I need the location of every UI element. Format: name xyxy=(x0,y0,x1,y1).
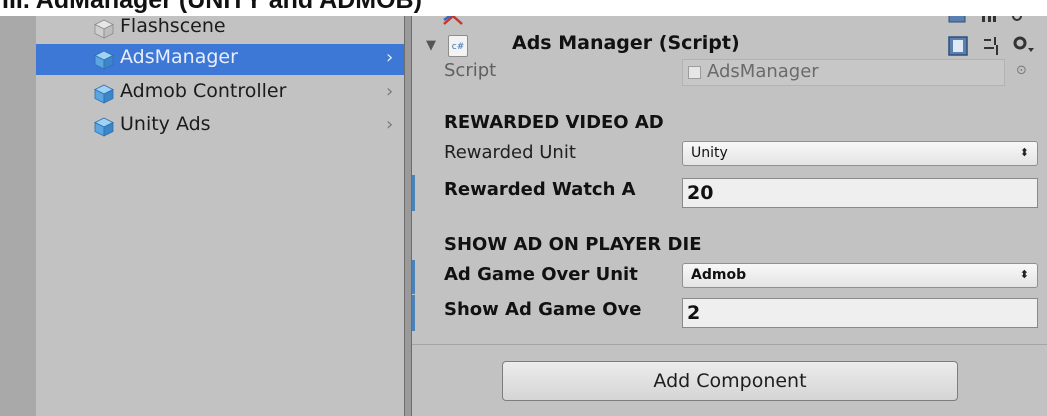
hierarchy-gutter xyxy=(0,16,36,416)
component-title: Ads Manager (Script) xyxy=(512,32,740,54)
hierarchy-item-adsmanager[interactable]: AdsManager › xyxy=(36,44,404,75)
rewarded-unit-dropdown[interactable]: Unity ⬍ xyxy=(682,141,1038,166)
override-marker xyxy=(412,175,415,211)
gear-icon[interactable] xyxy=(1010,34,1036,56)
ad-game-over-unit-row: Ad Game Over Unit Admob ⬍ xyxy=(412,260,1047,294)
hierarchy-item-label: Flashscene xyxy=(120,15,226,37)
rewarded-watch-label: Rewarded Watch A xyxy=(444,179,636,200)
inspector-panel: ▼ c# Ads Manager (Script) Script AdsMana… xyxy=(412,13,1047,416)
ad-game-over-unit-value: Admob xyxy=(691,267,747,283)
hierarchy-item-admob-controller[interactable]: Admob Controller › xyxy=(36,78,404,109)
gameobject-cube-icon xyxy=(94,117,114,137)
script-field-label: Script xyxy=(444,60,497,81)
hierarchy-item-unity-ads[interactable]: Unity Ads › xyxy=(36,111,404,142)
help-book-icon[interactable] xyxy=(948,36,968,56)
ad-game-over-unit-dropdown[interactable]: Admob ⬍ xyxy=(682,263,1038,288)
override-marker xyxy=(412,260,415,294)
rewarded-watch-input[interactable]: 20 xyxy=(682,178,1038,208)
chevron-right-icon[interactable]: › xyxy=(386,114,393,135)
document-heading: III. AdManager (UNITY and ADMOB) xyxy=(0,0,1047,16)
override-marker xyxy=(412,295,415,331)
hierarchy-item-flashscene[interactable]: Flashscene xyxy=(36,13,404,44)
script-asset-icon xyxy=(688,66,701,79)
hierarchy-item-label: Unity Ads xyxy=(120,113,211,135)
dropdown-arrows-icon: ⬍ xyxy=(1019,146,1029,159)
ad-game-over-unit-label: Ad Game Over Unit xyxy=(444,264,638,285)
preset-sliders-icon[interactable] xyxy=(982,37,1002,55)
show-ad-game-over-label: Show Ad Game Ove xyxy=(444,299,642,320)
foldout-arrow-icon[interactable]: ▼ xyxy=(426,38,436,53)
panel-splitter[interactable] xyxy=(404,0,412,416)
chevron-right-icon[interactable]: › xyxy=(386,47,393,68)
gameobject-cube-icon xyxy=(94,50,114,70)
script-field-row: Script AdsManager ⊙ xyxy=(412,56,1047,90)
chevron-right-icon[interactable]: › xyxy=(386,81,393,102)
player-die-section-title: SHOW AD ON PLAYER DIE xyxy=(444,234,702,255)
script-object-value: AdsManager xyxy=(707,61,819,82)
heading-text: III. AdManager (UNITY and ADMOB) xyxy=(2,0,422,14)
csharp-script-icon: c# xyxy=(448,35,468,57)
show-ad-game-over-input[interactable]: 2 xyxy=(682,298,1038,328)
script-object-field: AdsManager xyxy=(682,59,1005,86)
gameobject-cube-icon xyxy=(94,19,114,39)
hierarchy-item-label: AdsManager xyxy=(120,46,238,68)
rewarded-unit-row: Rewarded Unit Unity ⬍ xyxy=(412,138,1047,172)
component-separator xyxy=(412,344,1047,345)
add-component-button[interactable]: Add Component xyxy=(502,361,958,401)
object-picker-icon: ⊙ xyxy=(1016,63,1027,78)
rewarded-unit-value: Unity xyxy=(691,145,728,161)
hierarchy-panel: Flashscene AdsManager › Admob Controller… xyxy=(36,13,404,416)
hierarchy-item-label: Admob Controller xyxy=(120,80,287,102)
rewarded-section-title: REWARDED VIDEO AD xyxy=(444,112,664,133)
dropdown-arrows-icon: ⬍ xyxy=(1019,268,1029,281)
transform-header-partial[interactable] xyxy=(412,13,1047,28)
gameobject-cube-icon xyxy=(94,84,114,104)
show-ad-game-over-row: Show Ad Game Ove 2 xyxy=(412,295,1047,331)
rewarded-watch-row: Rewarded Watch A 20 xyxy=(412,175,1047,211)
rewarded-unit-label: Rewarded Unit xyxy=(444,142,576,163)
